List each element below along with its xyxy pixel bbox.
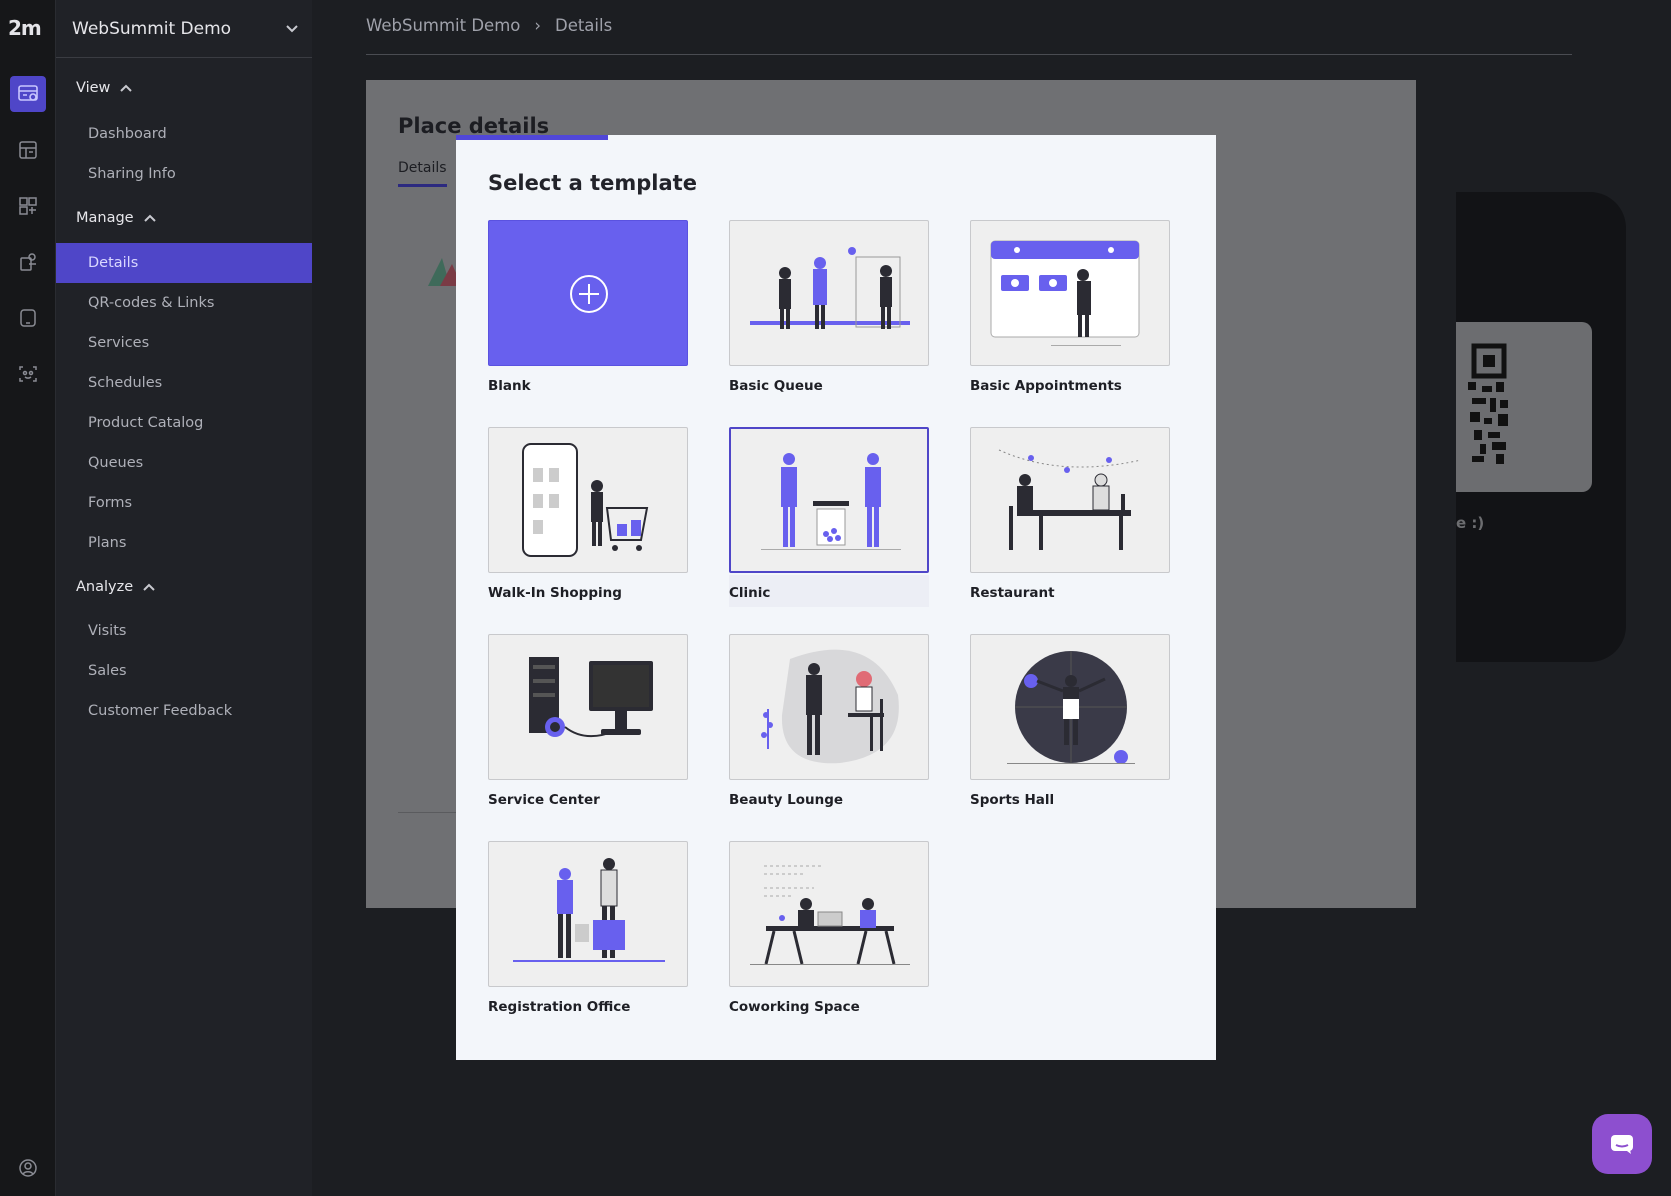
shopping-illustration xyxy=(522,443,649,557)
appointments-illustration xyxy=(990,240,1140,346)
sidebar-item-services[interactable]: Services xyxy=(56,323,312,363)
template-label: Service Center xyxy=(488,792,600,808)
sidebar-item-queues[interactable]: Queues xyxy=(56,443,312,483)
template-thumbnail xyxy=(488,427,688,573)
coworking-illustration xyxy=(750,865,910,965)
template-walk-in-shopping[interactable]: Walk-In Shopping xyxy=(488,427,688,611)
progress-bar xyxy=(456,135,608,140)
modal-title: Select a template xyxy=(488,171,697,195)
restaurant-illustration xyxy=(998,449,1142,550)
chevron-up-icon xyxy=(120,84,133,92)
template-label: Sports Hall xyxy=(970,792,1055,808)
sidebar-item-visits[interactable]: Visits xyxy=(56,611,312,651)
template-label: Clinic xyxy=(729,585,771,601)
template-label: Walk-In Shopping xyxy=(488,585,622,601)
section-label: Analyze xyxy=(76,579,134,595)
template-service-center[interactable]: Service Center xyxy=(488,634,688,818)
sidebar-item-customer-feedback[interactable]: Customer Feedback xyxy=(56,691,312,731)
template-label: Blank xyxy=(488,378,531,394)
template-thumbnail xyxy=(970,634,1170,780)
chevron-up-icon xyxy=(143,583,155,591)
sidebar-item-details[interactable]: Details xyxy=(56,243,312,283)
chevron-up-icon xyxy=(143,214,156,222)
apps-icon[interactable] xyxy=(10,188,46,224)
template-label: Beauty Lounge xyxy=(729,792,844,808)
template-sports-hall[interactable]: Sports Hall xyxy=(970,634,1170,818)
phone-preview: e :) xyxy=(1456,192,1626,662)
breadcrumb-current: Details xyxy=(554,16,613,35)
breadcrumb-root[interactable]: WebSummit Demo xyxy=(366,16,520,35)
chevron-down-icon xyxy=(272,24,312,34)
template-thumbnail xyxy=(488,634,688,780)
section-label: View xyxy=(76,80,111,96)
breadcrumb: WebSummit Demo › Details xyxy=(366,16,612,35)
template-thumbnail xyxy=(729,634,929,780)
sidebar-item-forms[interactable]: Forms xyxy=(56,483,312,523)
staff-icon[interactable] xyxy=(10,244,46,280)
queue-illustration xyxy=(750,247,910,329)
sidebar-item-dashboard[interactable]: Dashboard xyxy=(56,114,312,154)
template-label: Basic Queue xyxy=(729,378,823,394)
sidebar-item-sales[interactable]: Sales xyxy=(56,651,312,691)
template-modal: Select a template Blank Basic Queue Basi… xyxy=(456,135,1216,1060)
template-label: Restaurant xyxy=(970,585,1055,601)
section-label: Manage xyxy=(76,210,134,226)
section-view[interactable]: View xyxy=(76,80,133,96)
template-basic-appointments[interactable]: Basic Appointments xyxy=(970,220,1170,404)
workspace-name: WebSummit Demo xyxy=(72,18,232,39)
add-circle-icon xyxy=(570,275,608,313)
sidebar-item-qr-codes[interactable]: QR-codes & Links xyxy=(56,283,312,323)
template-thumbnail xyxy=(729,841,929,987)
breadcrumb-divider xyxy=(366,54,1572,55)
app-logo[interactable]: 2m xyxy=(8,16,50,40)
sidebar-item-schedules[interactable]: Schedules xyxy=(56,363,312,403)
sidebar: WebSummit Demo View Dashboard Sharing In… xyxy=(56,0,312,1196)
tab-details[interactable]: Details xyxy=(398,160,447,187)
template-registration-office[interactable]: Registration Office xyxy=(488,841,688,1025)
qr-code-box xyxy=(1456,322,1592,492)
template-thumbnail xyxy=(729,220,929,366)
template-restaurant[interactable]: Restaurant xyxy=(970,427,1170,611)
template-clinic[interactable]: Clinic xyxy=(729,427,929,611)
icon-rail: 2m xyxy=(0,0,56,1196)
registration-office-illustration xyxy=(513,858,665,962)
template-thumbnail xyxy=(488,841,688,987)
beauty-lounge-illustration xyxy=(761,649,899,764)
account-icon[interactable] xyxy=(10,1150,46,1186)
template-thumbnail xyxy=(970,220,1170,366)
sidebar-item-product-catalog[interactable]: Product Catalog xyxy=(56,403,312,443)
sports-hall-illustration xyxy=(1007,651,1135,764)
template-label: Basic Appointments xyxy=(970,378,1122,394)
breadcrumb-separator: › xyxy=(534,16,541,35)
chat-icon xyxy=(1611,1135,1633,1154)
workspace-switcher[interactable]: WebSummit Demo xyxy=(56,0,312,58)
template-basic-queue[interactable]: Basic Queue xyxy=(729,220,929,404)
chat-launcher-button[interactable] xyxy=(1592,1114,1652,1174)
template-label: Registration Office xyxy=(488,999,631,1015)
preview-text: e :) xyxy=(1456,514,1485,532)
template-thumbnail xyxy=(488,220,688,366)
places-icon[interactable] xyxy=(10,76,46,112)
store-icon[interactable] xyxy=(10,132,46,168)
sidebar-item-sharing-info[interactable]: Sharing Info xyxy=(56,154,312,194)
template-thumbnail xyxy=(970,427,1170,573)
device-icon[interactable] xyxy=(10,300,46,336)
template-thumbnail xyxy=(729,427,929,573)
service-center-illustration xyxy=(529,657,653,738)
template-beauty-lounge[interactable]: Beauty Lounge xyxy=(729,634,929,818)
template-blank[interactable]: Blank xyxy=(488,220,688,404)
qr-code xyxy=(1468,343,1508,464)
face-scan-icon[interactable] xyxy=(10,356,46,392)
template-label: Coworking Space xyxy=(729,999,860,1015)
sidebar-item-plans[interactable]: Plans xyxy=(56,523,312,563)
section-analyze[interactable]: Analyze xyxy=(76,579,155,595)
section-manage[interactable]: Manage xyxy=(76,210,156,226)
template-coworking-space[interactable]: Coworking Space xyxy=(729,841,929,1025)
clinic-illustration xyxy=(761,453,901,550)
